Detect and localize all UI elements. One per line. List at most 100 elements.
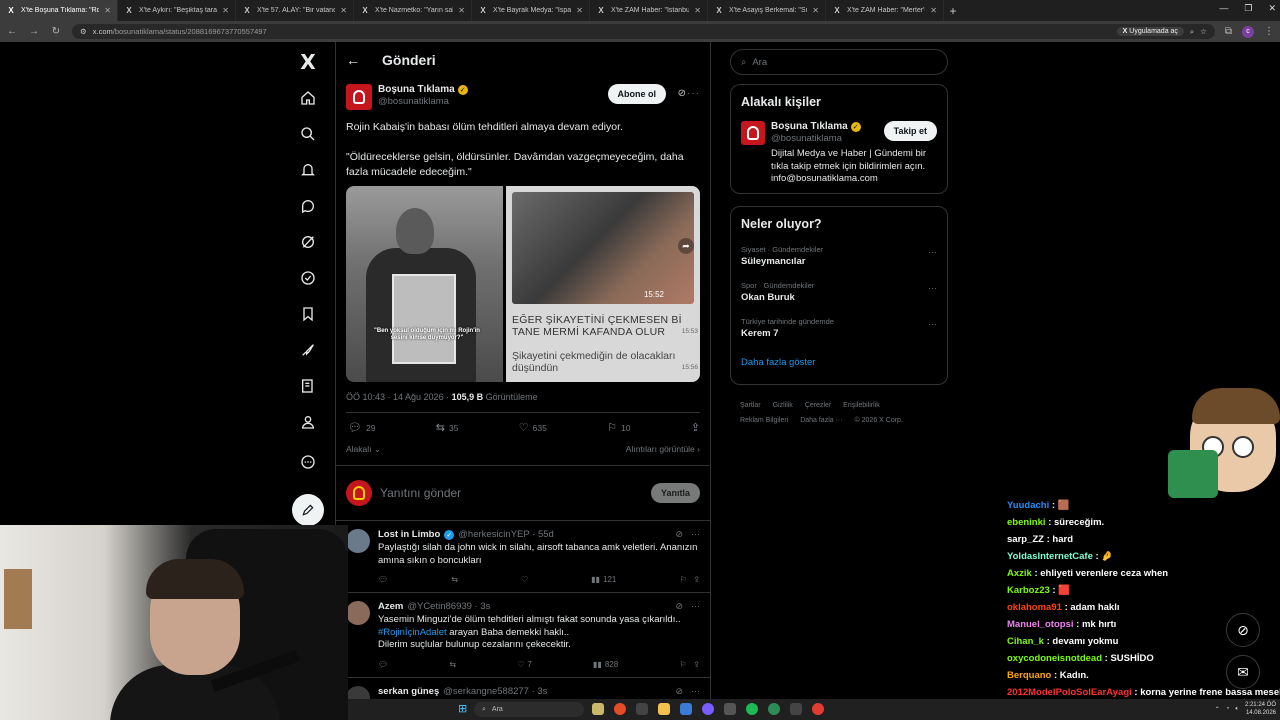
browser-tab[interactable]: X X'te 57. ALAY: "Bir vatandaş, kar ✕	[236, 0, 354, 21]
taskbar-clock[interactable]: 2:21:24 ÖÖ 14.08.2026	[1245, 701, 1276, 717]
notifications-icon[interactable]	[296, 158, 320, 182]
reply-author[interactable]: Lost in Limbo	[378, 529, 440, 540]
trend-item[interactable]: Siyaset · Gündemdekiler Süleymancılar ··…	[741, 245, 937, 267]
browser-tab[interactable]: X X'te Aykırı: "Beşiktaş taraftarının ✕	[118, 0, 236, 21]
share-arrow-icon[interactable]: ➦	[678, 238, 694, 254]
related-person[interactable]: Boşuna Tıklama ✓ @bosunatiklama Dijital M…	[741, 121, 937, 186]
reply-handle[interactable]: @YCetin86939 · 3s	[407, 601, 490, 612]
reply-more-icon[interactable]: ···	[691, 529, 700, 540]
restore-icon[interactable]: ❐	[1244, 3, 1252, 14]
share-action[interactable]: ⇪	[691, 421, 700, 434]
heart-icon[interactable]: ♡	[521, 575, 528, 584]
show-more-link[interactable]: Daha fazla göster	[741, 357, 937, 368]
new-tab-button[interactable]: +	[944, 4, 962, 18]
tab-close-icon[interactable]: ✕	[694, 6, 701, 15]
view-quotes-link[interactable]: Alıntıları görüntüle ›	[626, 444, 700, 455]
reload-icon[interactable]: ↻	[50, 26, 62, 37]
browser-tab[interactable]: X X'te Boşuna Tıklama: "Rojin Kab ✕	[0, 0, 118, 21]
chat-username[interactable]: Cihan_k	[1007, 636, 1044, 647]
taskbar-search[interactable]: ⌕ Ara	[474, 702, 584, 717]
profile-icon[interactable]	[296, 410, 320, 434]
like-action[interactable]: ♡ 7	[517, 660, 532, 669]
profile-avatar[interactable]: c	[1242, 25, 1254, 38]
x-logo-icon[interactable]: X	[296, 50, 320, 74]
trend-more-icon[interactable]: ···	[928, 319, 937, 329]
compose-post-button[interactable]	[292, 494, 324, 526]
bookmark-small-icon[interactable]: ⚐ ⇪	[679, 660, 700, 669]
site-info-icon[interactable]: ⚙	[80, 27, 87, 36]
app-icon[interactable]	[724, 703, 736, 715]
chat-username[interactable]: Yuudachi	[1007, 500, 1049, 511]
back-icon[interactable]: ←	[6, 26, 18, 37]
tab-close-icon[interactable]: ✕	[340, 6, 347, 15]
app-icon[interactable]	[702, 703, 714, 715]
reply-handle[interactable]: @serkangne588277 · 3s	[443, 686, 547, 697]
app-icon[interactable]	[592, 703, 604, 715]
post-time[interactable]: ÖÖ 10:43 · 14 Ağu 2026 ·	[346, 392, 452, 402]
footer-link[interactable]: Çerezler	[805, 402, 831, 409]
footer-link[interactable]: Reklam Bilgileri	[740, 417, 788, 424]
reply-more-icon[interactable]: ···	[691, 601, 700, 612]
home-icon[interactable]	[296, 86, 320, 110]
bookmark-small-icon[interactable]: ⚐ ⇪	[679, 575, 700, 584]
tab-close-icon[interactable]: ✕	[576, 6, 583, 15]
reply-item[interactable]: Lost in Limbo ✓ @herkesicinYEP · 55d Payla…	[336, 521, 710, 593]
subscribe-button[interactable]: Abone ol	[607, 84, 666, 104]
chat-username[interactable]: ebeninki	[1007, 517, 1046, 528]
browser-tab[interactable]: X X'te Nazmetko: "Yarın sabah işe ✕	[354, 0, 472, 21]
bookmark-action[interactable]: ⚐ 10	[607, 421, 630, 434]
zoom-icon[interactable]: ⌕	[1190, 27, 1194, 37]
browser-tab[interactable]: X X'te ZAM Haber: "Merter'e gide ✕	[826, 0, 944, 21]
media-image-1[interactable]: "Ben yoksul olduğum için mi Rojin'in ses…	[346, 186, 503, 382]
relevance-dropdown[interactable]: Alakalı ⌄	[346, 444, 381, 455]
like-action[interactable]: ♡ 635	[519, 421, 547, 434]
author-handle[interactable]: @bosunatiklama	[378, 96, 468, 107]
follow-button[interactable]: Takip et	[883, 121, 937, 141]
browser-tab[interactable]: X X'te ZAM Haber: "İstanbul Mim ✕	[590, 0, 708, 21]
wifi-icon[interactable]: ◔	[1226, 706, 1230, 712]
reply-more-icon[interactable]: ···	[691, 686, 700, 697]
tab-close-icon[interactable]: ✕	[222, 6, 229, 15]
chat-username[interactable]: oklahoma91	[1007, 602, 1062, 613]
chat-username[interactable]: oxycodoneisnotdead	[1007, 653, 1102, 664]
search-input[interactable]: ⌕ Ara	[730, 49, 948, 75]
author-avatar[interactable]	[346, 84, 372, 110]
messages-floating-icon[interactable]: ✉	[1226, 655, 1260, 689]
windows-start-icon[interactable]: ⊞	[458, 703, 470, 715]
chat-username[interactable]: YoldasInternetCafe	[1007, 551, 1093, 562]
trend-item[interactable]: Türkiye tarihinde gündemde Kerem 7 ···	[741, 317, 937, 339]
app-icon[interactable]	[680, 703, 692, 715]
grok-explain-icon[interactable]: ⊘	[675, 529, 683, 540]
hashtag-link[interactable]: #RojinİçinAdalet	[378, 627, 447, 638]
browser-tab[interactable]: X X'te Bayrak Medya: "Isparta'da ✕	[472, 0, 590, 21]
close-window-icon[interactable]: ✕	[1268, 3, 1276, 14]
grok-floating-icon[interactable]: ⊘	[1226, 613, 1260, 647]
footer-link[interactable]: Daha fazla ···	[800, 417, 842, 424]
tab-close-icon[interactable]: ✕	[458, 6, 465, 15]
more-circle-icon[interactable]	[296, 450, 320, 474]
reply-icon[interactable]: 💬︎	[378, 660, 388, 669]
reply-item[interactable]: Azem @YCetin86939 · 3s Yasemin Minguzi'de…	[336, 593, 710, 678]
reply-handle[interactable]: @herkesicinYEP · 55d	[458, 529, 554, 540]
tab-close-icon[interactable]: ✕	[930, 6, 937, 15]
minimize-icon[interactable]: —	[1219, 3, 1228, 14]
url-field[interactable]: ⚙ x.com/bosunatiklama/status/20881696737…	[72, 24, 1215, 39]
grok-explain-icon[interactable]: ⊘	[678, 88, 686, 99]
reply-avatar[interactable]	[346, 601, 370, 625]
app-icon[interactable]	[768, 703, 780, 715]
jobs-rocket-icon[interactable]	[296, 338, 320, 362]
menu-icon[interactable]: ⋮	[1264, 26, 1274, 37]
post-more-icon[interactable]: ···	[687, 88, 700, 99]
views-action[interactable]: ▮▮ 828	[593, 660, 618, 669]
chat-username[interactable]: Manuel_otopsi	[1007, 619, 1074, 630]
explore-icon[interactable]	[296, 122, 320, 146]
reply-avatar[interactable]	[346, 529, 370, 553]
app-icon[interactable]	[790, 703, 802, 715]
views-action[interactable]: ▮▮ 121	[591, 575, 616, 584]
chevron-up-icon[interactable]: ⌃	[1215, 706, 1220, 713]
chat-username[interactable]: Berquano	[1007, 670, 1051, 681]
related-person-name[interactable]: Boşuna Tıklama	[771, 121, 848, 132]
volume-icon[interactable]: 🔈︎	[1235, 706, 1239, 713]
browser-tab[interactable]: X X'te Asayiş Berkemal: "Sultanb ✕	[708, 0, 826, 21]
forward-icon[interactable]: →	[28, 26, 40, 37]
